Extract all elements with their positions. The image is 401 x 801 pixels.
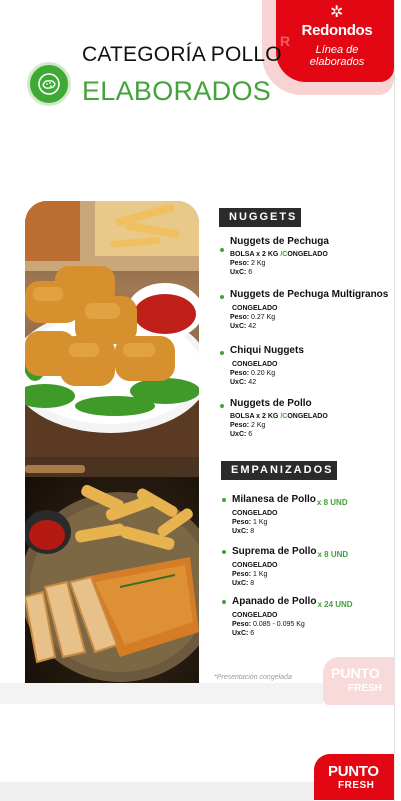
page-title: CATEGORÍA POLLO [82, 43, 282, 66]
bullet-icon [220, 295, 224, 299]
bottom-band [0, 683, 323, 704]
item-units: UxC: 6 [230, 269, 253, 276]
item-name: Nuggets de Pechuga Multigranos [230, 289, 389, 300]
item-units: UxC: 8 [232, 528, 255, 535]
item-quantity: x 24 UND [317, 600, 353, 609]
star-icon: ✲ [330, 4, 344, 21]
item-pack: CONGELADO [232, 510, 278, 517]
bullet-icon [220, 351, 224, 355]
item-quantity: x 8 UND [317, 550, 349, 559]
footnote: *Presentación congelada [214, 674, 292, 681]
item-pack: BOLSA x 2 KG /CONGELADO [230, 251, 328, 258]
punto-fresh-watermark-line2: FRESH [348, 683, 382, 694]
empanizados-section-label: EMPANIZADOS [221, 461, 337, 480]
item-pack: CONGELADO [232, 305, 278, 312]
item-name: Suprema de Pollox 8 UND [232, 546, 349, 559]
bullet-icon [222, 498, 226, 502]
item-weight: Peso: 1 Kg [232, 571, 268, 578]
footer-band [0, 782, 314, 801]
punto-fresh-watermark-line1: PUNTO [331, 665, 380, 681]
nuggets-icon [27, 62, 71, 106]
item-weight: Peso: 2 Kg [230, 260, 266, 267]
bullet-icon [220, 248, 224, 252]
brand-name: Redondos [301, 22, 373, 39]
item-pack: BOLSA x 2 KG /CONGELADO [230, 413, 328, 420]
item-units: UxC: 42 [230, 379, 257, 386]
item-name: Chiqui Nuggets [230, 345, 304, 356]
bullet-icon [222, 550, 226, 554]
item-name: Nuggets de Pollo [230, 398, 312, 409]
item-pack: CONGELADO [232, 612, 278, 619]
item-name: Milanesa de Pollox 8 UND [232, 494, 348, 507]
item-weight: Peso: 1 Kg [232, 519, 268, 526]
item-weight: Peso: 0.085 - 0.095 Kg [232, 621, 305, 628]
item-pack: CONGELADO [232, 562, 278, 569]
empanizados-photo [25, 457, 199, 697]
item-name: Nuggets de Pechuga [230, 236, 329, 247]
bullet-icon [220, 404, 224, 408]
brand-subtitle: Línea de elaborados [276, 44, 398, 68]
catalog-page: R ✲ Redondos Línea de elaborados CATEGOR… [0, 0, 401, 801]
bullet-icon [222, 600, 226, 604]
punto-fresh-logo-line1: PUNTO [328, 763, 379, 780]
page-subtitle: ELABORADOS [82, 76, 272, 106]
brand-subtitle-line2: elaborados [309, 56, 365, 68]
punto-fresh-logo-line2: FRESH [338, 780, 375, 791]
item-units: UxC: 6 [230, 431, 253, 438]
item-units: UxC: 42 [230, 323, 257, 330]
nuggets-section-label: NUGGETS [219, 208, 301, 227]
brand-subtitle-line1: Línea de [315, 44, 359, 56]
item-weight: Peso: 0.20 Kg [230, 370, 276, 377]
item-weight: Peso: 0.27 Kg [230, 314, 276, 321]
item-pack: CONGELADO [232, 361, 278, 368]
item-quantity: x 8 UND [316, 498, 348, 507]
page-edge-divider [394, 0, 395, 801]
item-name: Apanado de Pollox 24 UND [232, 596, 353, 609]
item-units: UxC: 8 [232, 580, 255, 587]
item-units: UxC: 6 [232, 630, 255, 637]
nuggets-photo [25, 201, 199, 457]
item-weight: Peso: 2 Kg [230, 422, 266, 429]
